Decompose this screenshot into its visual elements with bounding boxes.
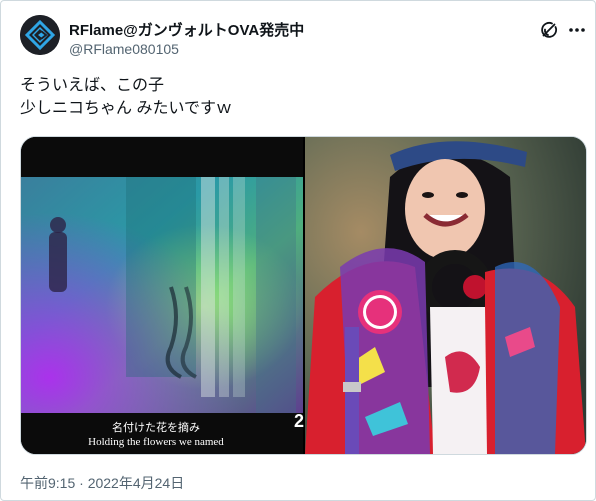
- subtitle-english: Holding the flowers we named: [88, 436, 224, 448]
- author-name[interactable]: RFlame@ガンヴォルトOVA発売中: [69, 19, 304, 40]
- author-handle[interactable]: @RFlame080105: [69, 41, 179, 57]
- media-image-left[interactable]: 名付けた花を摘み Holding the flowers we named 2: [21, 137, 305, 454]
- portrait-photo-image: [305, 137, 586, 454]
- tweet-timestamp[interactable]: 午前9:15 · 2022年4月24日: [20, 473, 184, 493]
- corner-number: 2: [294, 411, 305, 431]
- more-options-icon[interactable]: [566, 20, 588, 40]
- media-image-right[interactable]: [305, 137, 586, 454]
- tweet-text: そういえば、この子 少しニコちゃん みたいですｗ: [20, 77, 232, 117]
- grok-icon[interactable]: [539, 20, 559, 40]
- author-avatar[interactable]: [20, 15, 60, 55]
- tweet-card: RFlame@ガンヴォルトOVA発売中 @RFlame080105 そういえば、…: [0, 0, 596, 501]
- anime-scene-image: [21, 137, 303, 454]
- subtitle-japanese: 名付けた花を摘み: [112, 421, 200, 434]
- tweet-media: 名付けた花を摘み Holding the flowers we named 2: [20, 136, 587, 455]
- gunvolt-logo-icon: [20, 15, 60, 55]
